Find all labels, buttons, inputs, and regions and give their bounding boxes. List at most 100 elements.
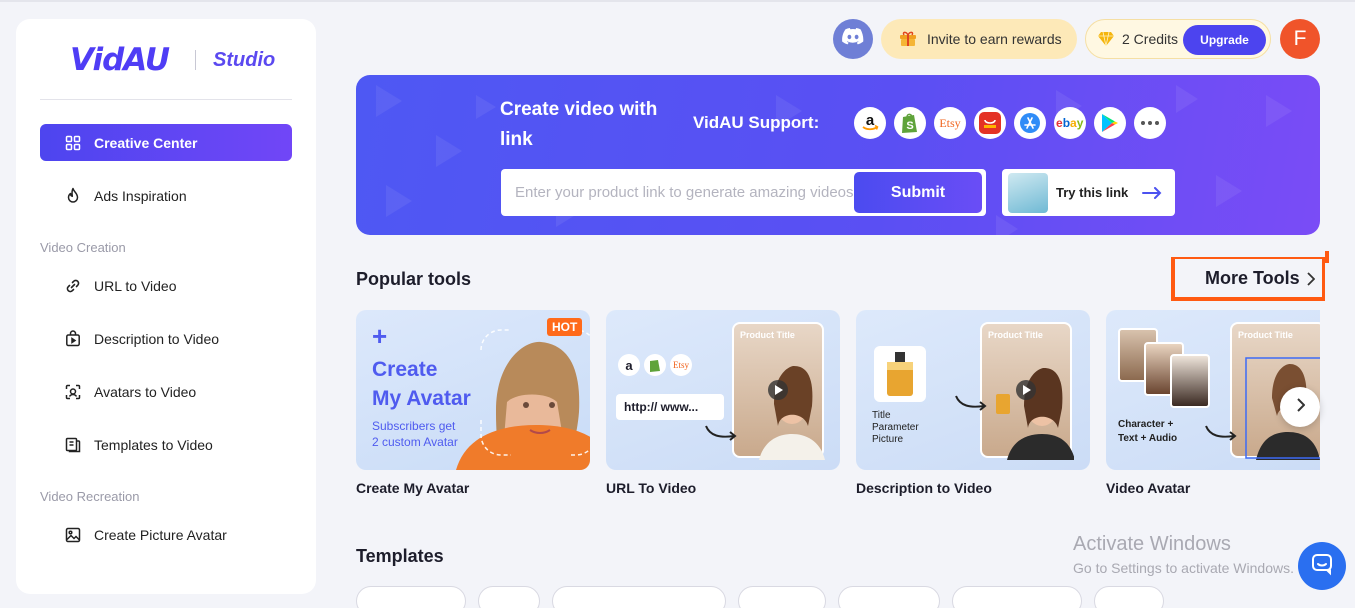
perfume-bottle-icon [887,352,913,396]
logo-divider [195,50,197,70]
shopify-icon[interactable]: S [894,107,926,139]
template-filter-tab[interactable] [478,586,540,608]
card-label: Create My Avatar [356,480,470,496]
diamond-icon [1098,32,1114,46]
more-icon[interactable] [1134,107,1166,139]
hot-badge: HOT [547,318,583,336]
sidebar-item-url-to-video[interactable]: URL to Video [40,267,292,304]
curved-arrow-icon [705,425,737,441]
template-filter-tab[interactable] [552,586,726,608]
product-thumbnail [1008,172,1048,213]
activate-windows-watermark: Activate Windows Go to Settings to activ… [1073,533,1294,576]
svg-text:a: a [866,112,875,129]
curved-arrow-icon [955,395,987,411]
face-scan-icon [64,383,82,401]
upgrade-button[interactable]: Upgrade [1183,25,1266,55]
card-label: URL To Video [606,480,697,496]
sidebar-item-label: Creative Center [94,134,198,151]
banner-title: Create video with link [500,99,658,150]
product-link-form: Submit [501,169,986,216]
carousel-next-button[interactable] [1280,387,1320,427]
chevron-right-icon [1296,397,1305,417]
ebay-icon[interactable]: ebay [1054,107,1086,139]
card-subtext-line: Subscribers get [372,419,456,433]
sidebar-item-avatars-to-video[interactable]: Avatars to Video [40,373,292,410]
perfume-thumbnail [874,346,926,402]
watermark-line: Activate Windows [1073,533,1231,555]
template-filter-tab[interactable] [952,586,1082,608]
card-heading: Create My Avatar [372,355,471,413]
top-border [0,0,1355,2]
sidebar-item-create-picture-avatar[interactable]: Create Picture Avatar [40,516,292,553]
amazon-icon[interactable]: a [854,107,886,139]
submit-button[interactable]: Submit [854,172,982,213]
sidebar: VidAU Studio Creative Center Ads Inspira… [16,19,316,594]
sidebar-item-creative-center[interactable]: Creative Center [40,124,292,161]
discord-icon [842,28,864,50]
description-fields: Title Parameter Picture [872,410,919,445]
sidebar-item-label: URL to Video [94,277,177,294]
avatar-option [1170,354,1210,408]
try-this-link-button[interactable]: Try this link [1002,169,1175,216]
watermark-line: Go to Settings to activate Windows. [1073,560,1294,576]
arrow-right-icon [1142,186,1162,199]
tool-cards-carousel: HOT + Create My Avatar Subscribers get 2… [356,310,1320,500]
platform-logos: a Etsy [618,354,692,376]
card-thumbnail: Title Parameter Picture Product Title [856,310,1090,470]
template-filter-tab[interactable] [1094,586,1164,608]
tool-card-url-to-video[interactable]: Product Title a Etsy http:// www... URL … [606,310,840,496]
tool-card-create-my-avatar[interactable]: HOT + Create My Avatar Subscribers get 2… [356,310,590,496]
curved-arrow-icon [1205,425,1237,441]
svg-text:S: S [906,120,913,132]
tool-card-description-to-video[interactable]: Title Parameter Picture Product Title De… [856,310,1090,496]
product-preview: Product Title [732,322,825,460]
card-subtext: Subscribers get 2 custom Avatar [372,418,458,450]
amazon-icon: a [618,354,640,376]
aliexpress-icon[interactable] [974,107,1006,139]
card-heading-line: Create [372,358,438,381]
discord-button[interactable] [833,19,873,59]
url-mock-input: http:// www... [616,394,724,420]
product-link-input[interactable] [501,169,853,216]
try-link-label: Try this link [1056,185,1129,200]
sidebar-item-label: Templates to Video [94,436,213,453]
template-filter-tabs [356,586,1164,608]
banner-support-label: VidAU Support: [693,113,820,132]
sidebar-item-label: Ads Inspiration [94,187,187,204]
image-icon [64,526,82,544]
template-icon [64,436,82,454]
link-icon [64,277,82,295]
invite-rewards-button[interactable]: Invite to earn rewards [881,19,1077,59]
bag-icon [64,330,82,348]
brand-product: Studio [213,48,276,71]
template-filter-tab[interactable] [356,586,466,608]
template-filter-tab[interactable] [838,586,940,608]
card-heading-line: My Avatar [372,387,471,410]
invite-label: Invite to earn rewards [927,31,1062,47]
gift-icon [899,31,917,47]
app-store-icon[interactable] [1014,107,1046,139]
presenter-illustration [996,368,1074,460]
sidebar-item-templates-to-video[interactable]: Templates to Video [40,426,292,463]
brand-logo[interactable]: VidAU Studio [70,42,276,78]
sidebar-item-ads-inspiration[interactable]: Ads Inspiration [40,177,292,214]
section-title-video-recreation: Video Recreation [40,489,140,504]
fire-icon [64,187,82,205]
user-avatar[interactable]: F [1280,19,1320,59]
card-label: Video Avatar [1106,480,1191,496]
chat-icon [1310,552,1334,581]
grid-icon [64,134,82,152]
card-subtext-line: 2 custom Avatar [372,435,458,449]
card-label: Description to Video [856,480,992,496]
supported-platforms: a S Etsy ebay [854,107,1166,139]
card-thumbnail: Product Title a Etsy http:// www... [606,310,840,470]
card-thumbnail: HOT + Create My Avatar Subscribers get 2… [356,310,590,470]
sidebar-item-description-to-video[interactable]: Description to Video [40,320,292,357]
template-filter-tab[interactable] [738,586,826,608]
support-chat-button[interactable] [1298,542,1346,590]
highlight-annotation [1171,251,1329,301]
popular-tools-title: Popular tools [356,269,472,289]
svg-text:ebay: ebay [1056,116,1084,130]
etsy-icon[interactable]: Etsy [934,107,966,139]
google-play-icon[interactable] [1094,107,1126,139]
